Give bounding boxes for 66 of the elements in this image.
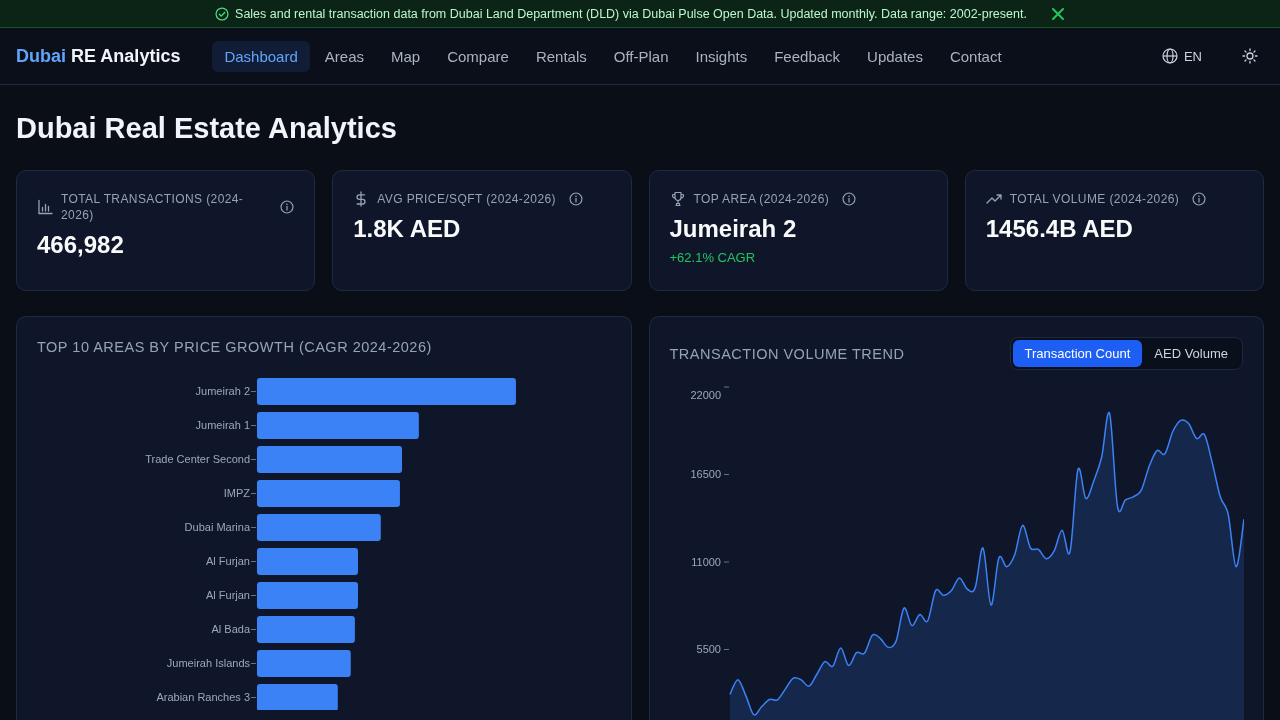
axis-tick <box>723 561 729 563</box>
axis-tick <box>251 425 256 426</box>
axis-label: 22000 <box>689 388 721 401</box>
axis-tick <box>251 391 256 392</box>
nav-link[interactable]: Areas <box>312 40 376 72</box>
banner-text: Sales and rental transaction data from Dubai Land Department (DLD) via Dubai Pulse Open Data. Updated monthly. Data range: 2002-present. <box>235 6 1027 21</box>
nav-link[interactable]: Rentals <box>523 40 599 72</box>
nav-link[interactable]: Insights <box>683 40 760 72</box>
close-button[interactable] <box>1050 6 1065 21</box>
info-icon[interactable] <box>1192 192 1207 206</box>
axis-label: Al Furjan <box>205 555 250 568</box>
nav-link[interactable]: Updates <box>855 40 935 72</box>
nav-link[interactable]: Feedback <box>762 40 853 72</box>
axis-tick <box>251 629 256 630</box>
page-title: Dubai Real Estate Analytics <box>16 111 398 146</box>
axis-label: Al Bada <box>211 623 250 636</box>
axis-label: Al Furjan <box>205 589 250 602</box>
segment-button[interactable]: AED Volume <box>1142 340 1240 367</box>
language-button[interactable]: EN <box>1157 42 1206 70</box>
axis-label: IMPZ <box>223 487 250 500</box>
close-icon <box>1051 7 1064 20</box>
stat-value: Jumeirah 2 <box>669 214 798 244</box>
axis-tick <box>723 474 729 475</box>
axis-tick <box>251 595 256 596</box>
chart-title: TOP 10 AREAS BY PRICE GROWTH (CAGR 2024-2026) <box>37 338 433 357</box>
axis-tick <box>251 527 256 528</box>
sun-icon <box>1242 48 1258 64</box>
axis-tick <box>251 459 256 460</box>
axis-tick <box>723 649 729 650</box>
nav-link[interactable]: Compare <box>435 40 521 72</box>
stat-label: TOTAL TRANSACTIONS (2024-2026) <box>61 191 245 223</box>
stat-value: 466,982 <box>37 230 125 260</box>
segment-button[interactable]: Transaction Count <box>1012 340 1143 367</box>
axis-label: Trade Center Second <box>145 453 250 466</box>
check-circle-icon <box>215 6 230 21</box>
nav-link[interactable]: Dashboard <box>212 40 310 72</box>
axis-tick <box>723 386 729 388</box>
nav-link[interactable]: Contact <box>937 40 1014 72</box>
bar-chart-icon <box>37 199 53 215</box>
stat-value: 1456.4B AED <box>985 214 1134 244</box>
axis-label: 11000 <box>690 555 721 568</box>
app-logo[interactable]: Dubai RE Analytics <box>16 45 181 67</box>
axis-tick <box>251 663 256 664</box>
stat-label: TOP AREA (2024-2026) <box>693 191 830 207</box>
stat-label: AVG PRICE/SQFT (2024-2026) <box>377 191 556 207</box>
info-icon[interactable] <box>568 192 583 206</box>
nav-link[interactable]: Map <box>379 40 433 72</box>
stat-label: TOTAL VOLUME (2024-2026) <box>1009 191 1180 207</box>
axis-label: Jumeirah 2 <box>195 385 250 398</box>
axis-label: Jumeirah 1 <box>195 419 250 432</box>
axis-label: 5500 <box>696 643 721 656</box>
nav-link[interactable]: Off-Plan <box>601 40 681 72</box>
trophy-icon <box>669 191 686 207</box>
globe-icon <box>1161 48 1178 64</box>
axis-tick <box>251 561 256 562</box>
axis-label: Jumeirah Islands <box>166 657 250 670</box>
stat-value: 1.8K AED <box>353 214 462 244</box>
axis-label: 16500 <box>689 468 721 481</box>
info-icon[interactable] <box>280 200 295 214</box>
stat-change: +62.1% CAGR <box>669 250 757 265</box>
axis-tick <box>251 697 256 698</box>
axis-tick <box>251 493 256 494</box>
axis-label: Arabian Ranches 3 <box>156 691 250 704</box>
chart-title: TRANSACTION VOLUME TREND <box>669 344 905 364</box>
info-icon[interactable] <box>842 192 857 206</box>
axis-label: Dubai Marina <box>184 521 250 534</box>
